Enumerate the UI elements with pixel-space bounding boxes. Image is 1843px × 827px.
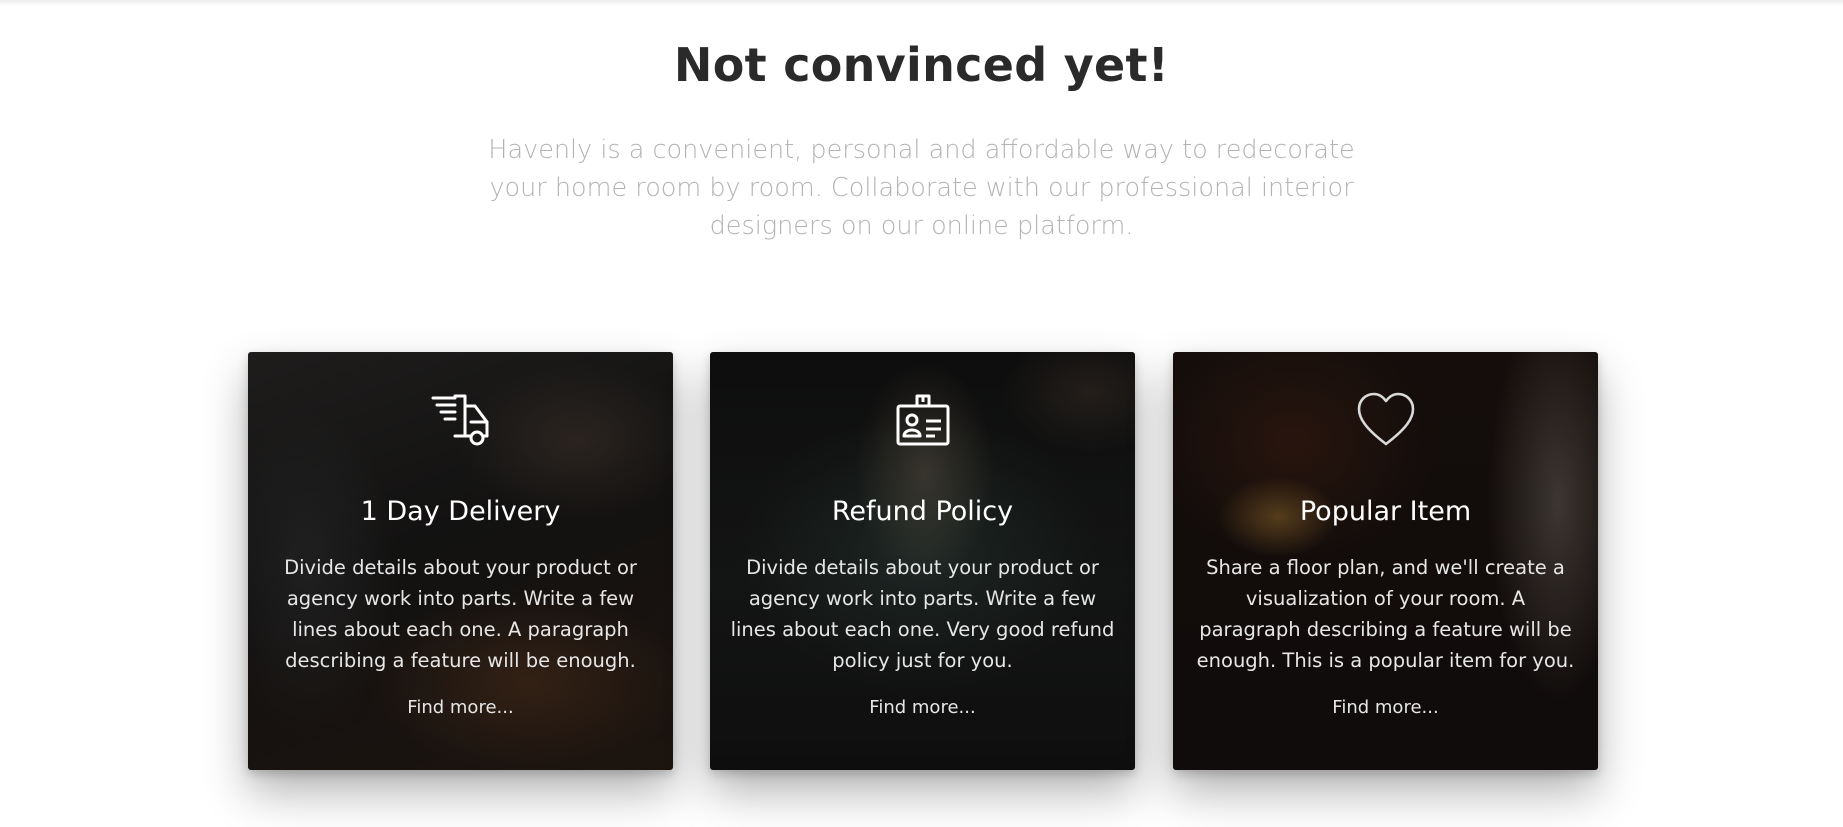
feature-card-refund: Refund Policy Divide details about your …: [710, 352, 1135, 770]
card-title: 1 Day Delivery: [360, 496, 561, 527]
delivery-truck-icon: [431, 394, 488, 446]
find-more-link[interactable]: Find more...: [1173, 697, 1598, 718]
card-description: Divide details about your product or age…: [284, 556, 637, 672]
card-title: Popular Item: [1299, 496, 1472, 527]
card-description: Share a floor plan, and we'll create a v…: [1196, 556, 1575, 672]
section-intro: Havenly is a convenient, personal and af…: [488, 135, 1355, 241]
section-heading: Not convinced yet!: [673, 38, 1170, 92]
feature-card-delivery: 1 Day Delivery Divide details about your…: [248, 352, 673, 770]
top-edge-shadow: [0, 0, 1843, 6]
feature-card-popular: Popular Item Share a floor plan, and we'…: [1173, 352, 1598, 770]
heart-icon: [1357, 392, 1414, 446]
find-more-link[interactable]: Find more...: [248, 697, 673, 718]
find-more-link[interactable]: Find more...: [710, 697, 1135, 718]
card-description: Divide details about your product or age…: [730, 556, 1115, 672]
card-title: Refund Policy: [831, 496, 1014, 527]
id-badge-icon: [896, 394, 949, 446]
